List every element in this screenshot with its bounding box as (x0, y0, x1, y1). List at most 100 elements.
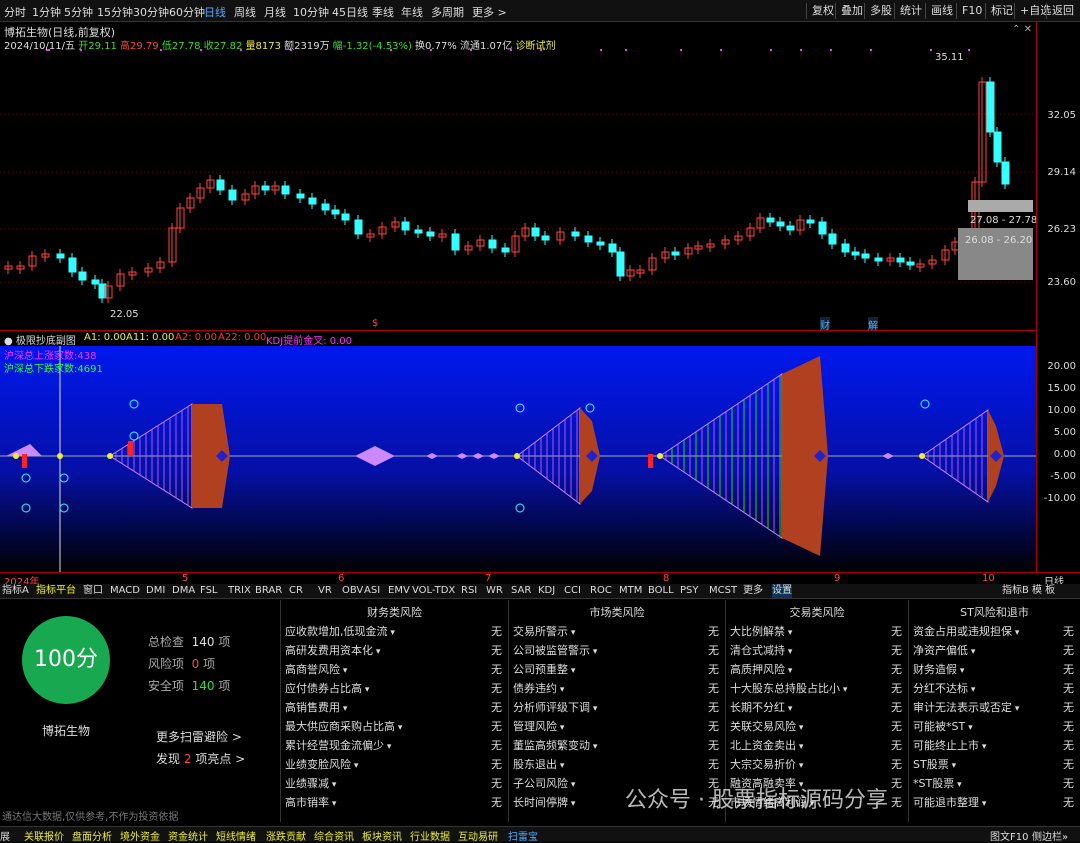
bottom-tab[interactable]: 展 (0, 828, 10, 843)
risk-item[interactable]: 董监高频繁变动 ▾ 无 (513, 737, 719, 755)
indicator-tab[interactable]: DMI (146, 584, 165, 598)
indicator-tab[interactable]: 设置 (772, 584, 792, 598)
bottom-tab[interactable]: 短线情绪 (216, 828, 256, 843)
indicator-tab[interactable]: DMA (172, 584, 195, 598)
period-tab[interactable]: 月线 (264, 4, 286, 20)
indicator-tab[interactable]: BRAR (255, 584, 282, 598)
bottom-right-tab[interactable]: 图文F10 (990, 828, 1028, 843)
period-tab[interactable]: 年线 (401, 4, 423, 20)
indicator-tab[interactable]: PSY (680, 584, 699, 598)
risk-item[interactable]: 高质押风险 ▾ 无 (730, 661, 902, 679)
risk-item[interactable]: 业绩变脸风险 ▾ 无 (285, 756, 502, 774)
risk-item[interactable]: 可能退市整理 ▾ 无 (913, 794, 1074, 812)
toolbar-button[interactable]: 多股 (864, 3, 897, 19)
indicator-name[interactable]: ● 极限抄底副图 (4, 332, 76, 347)
bottom-tab[interactable]: 板块资讯 (362, 828, 402, 843)
indicator-tab[interactable]: CCI (564, 584, 581, 598)
chart-window-controls[interactable]: ⌃ ✕ (1012, 24, 1032, 35)
indicator-tab[interactable]: MCST (709, 584, 737, 598)
indicator-tab[interactable]: 指标平台 (36, 584, 76, 598)
indicator-tab[interactable]: OBV (342, 584, 363, 598)
risk-item[interactable]: 业绩骤减 ▾ 无 (285, 775, 502, 793)
highlights-link[interactable]: 发现 2 项亮点 > (156, 750, 245, 767)
indicator-tab[interactable]: FSL (200, 584, 218, 598)
indicator-tab[interactable]: EMV (388, 584, 410, 598)
period-tab[interactable]: 45日线 (332, 4, 368, 20)
risk-item[interactable]: 交易所警示 ▾ 无 (513, 623, 719, 641)
risk-item[interactable]: 分红不达标 ▾ 无 (913, 680, 1074, 698)
indicator-tab[interactable]: VR (318, 584, 332, 598)
risk-item[interactable]: 可能终止上市 ▾ 无 (913, 737, 1074, 755)
risk-item[interactable]: 最大供应商采购占比高 ▾ 无 (285, 718, 502, 736)
period-tab[interactable]: 1分钟 (32, 4, 61, 20)
risk-item[interactable]: 资金占用或违规担保 ▾ 无 (913, 623, 1074, 641)
quote-concept[interactable]: 诊断试剂 (515, 41, 555, 52)
risk-item[interactable]: 公司预重整 ▾ 无 (513, 661, 719, 679)
risk-item[interactable]: 清仓式减持 ▾ 无 (730, 642, 902, 660)
indicator-tab[interactable]: KDJ (538, 584, 555, 598)
indicator-tab[interactable]: WR (486, 584, 503, 598)
risk-item[interactable]: 长期不分红 ▾ 无 (730, 699, 902, 717)
risk-item[interactable]: 应收款增加,低现金流 ▾ 无 (285, 623, 502, 641)
risk-item[interactable]: 应付债券占比高 ▾ 无 (285, 680, 502, 698)
period-tab[interactable]: 更多 > (472, 4, 507, 20)
risk-item[interactable]: 审计无法表示或否定 ▾ 无 (913, 699, 1074, 717)
risk-item[interactable]: 财务造假 ▾ 无 (913, 661, 1074, 679)
bottom-right-tab[interactable]: 侧边栏» (1032, 828, 1068, 843)
risk-item[interactable]: 高销售费用 ▾ 无 (285, 699, 502, 717)
risk-item[interactable]: 债券违约 ▾ 无 (513, 680, 719, 698)
period-tab[interactable]: 日线 (204, 4, 226, 20)
period-tab[interactable]: 分时 (4, 4, 26, 20)
risk-item[interactable]: 净资产偏低 ▾ 无 (913, 642, 1074, 660)
bottom-tab[interactable]: 综合资讯 (314, 828, 354, 843)
indicator-chart[interactable]: 沪深总上涨家数:438 沪深总下跌家数:4691 (0, 346, 1036, 572)
indicator-tab[interactable]: CR (289, 584, 303, 598)
period-tab[interactable]: 季线 (372, 4, 394, 20)
indicator-tab[interactable]: SAR (511, 584, 531, 598)
indicator-tab[interactable]: MTM (619, 584, 642, 598)
toolbar-button[interactable]: 返回 (1046, 3, 1079, 19)
indicator-tab[interactable]: 更多 (743, 584, 763, 598)
risk-item[interactable]: 管理风险 ▾ 无 (513, 718, 719, 736)
bottom-tab[interactable]: 资金统计 (168, 828, 208, 843)
indicator-tab-right[interactable]: 模 板 (1032, 584, 1055, 598)
bottom-tab[interactable]: 扫雷宝 (508, 828, 538, 843)
period-tab[interactable]: 10分钟 (293, 4, 329, 20)
risk-item[interactable]: ST股票 ▾ 无 (913, 756, 1074, 774)
risk-item[interactable]: 十大股东总持股占比小 ▾ 无 (730, 680, 902, 698)
indicator-tab[interactable]: TRIX (228, 584, 251, 598)
indicator-tab[interactable]: ROC (590, 584, 612, 598)
bottom-tab[interactable]: 盘面分析 (72, 828, 112, 843)
risk-item[interactable]: 高市销率 ▾ 无 (285, 794, 502, 812)
indicator-tab[interactable]: ASI (364, 584, 380, 598)
period-tab[interactable]: 30分钟 (133, 4, 169, 20)
risk-item[interactable]: 公司被监管警示 ▾ 无 (513, 642, 719, 660)
period-tab[interactable]: 60分钟 (169, 4, 205, 20)
toolbar-button[interactable]: F10 (956, 3, 987, 19)
indicator-tab[interactable]: RSI (461, 584, 477, 598)
bottom-tab[interactable]: 关联报价 (24, 828, 64, 843)
risk-item[interactable]: 可能被*ST ▾ 无 (913, 718, 1074, 736)
risk-item[interactable]: 大宗交易折价 ▾ 无 (730, 756, 902, 774)
indicator-tab-right[interactable]: 指标B (1002, 584, 1029, 598)
period-tab[interactable]: 周线 (234, 4, 256, 20)
period-tab[interactable]: 多周期 (431, 4, 464, 20)
event-marker-s[interactable]: $ (372, 318, 378, 329)
bottom-tab[interactable]: 行业数据 (410, 828, 450, 843)
period-tab[interactable]: 15分钟 (97, 4, 133, 20)
risk-item[interactable]: *ST股票 ▾ 无 (913, 775, 1074, 793)
risk-item[interactable]: 关联交易风险 ▾ 无 (730, 718, 902, 736)
risk-item[interactable]: 大比例解禁 ▾ 无 (730, 623, 902, 641)
more-scan-link[interactable]: 更多扫雷避险 > (156, 728, 242, 745)
risk-item[interactable]: 高商誉风险 ▾ 无 (285, 661, 502, 679)
candlestick-chart[interactable]: 博拓生物(日线,前复权) 2024/10/11/五 开29.11 高29.79 … (0, 22, 1037, 332)
period-tab[interactable]: 5分钟 (64, 4, 93, 20)
risk-item[interactable]: 股东退出 ▾ 无 (513, 756, 719, 774)
indicator-tab[interactable]: MACD (110, 584, 140, 598)
risk-item[interactable]: 北上资金卖出 ▾ 无 (730, 737, 902, 755)
indicator-tab[interactable]: 指标A (2, 584, 29, 598)
indicator-tab[interactable]: BOLL (648, 584, 674, 598)
risk-item[interactable]: 分析师评级下调 ▾ 无 (513, 699, 719, 717)
indicator-tab[interactable]: VOL-TDX (412, 584, 455, 598)
risk-item[interactable]: 高研发费用资本化 ▾ 无 (285, 642, 502, 660)
